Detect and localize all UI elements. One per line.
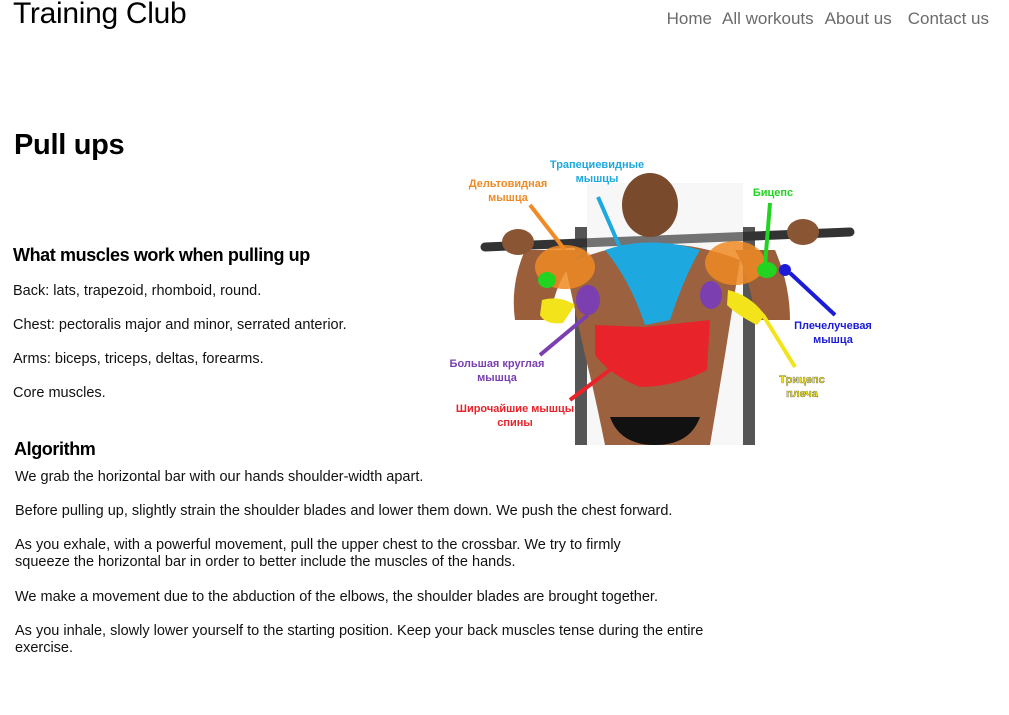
label-triceps: плеча xyxy=(786,388,819,400)
muscle-item: Back: lats, trapezoid, rhomboid, round. xyxy=(13,283,262,299)
algorithm-step: As you exhale, with a powerful movement,… xyxy=(15,537,621,570)
muscle-diagram: Трапециевидные мышцы Дельтовидная мышца … xyxy=(450,159,872,445)
muscle-item: Chest: pectoralis major and minor, serra… xyxy=(13,317,347,333)
algorithm-heading: Algorithm xyxy=(14,439,96,459)
pullup-muscles-figure: Трапециевидные мышцы Дельтовидная мышца … xyxy=(445,155,880,445)
label-brachioradialis: мышца xyxy=(813,334,854,346)
label-teres: Большая круглая xyxy=(450,358,545,370)
site-logo[interactable]: Training Club xyxy=(13,0,187,31)
deltoid-right-shape xyxy=(705,241,765,285)
nav-all-workouts[interactable]: All workouts xyxy=(722,9,814,29)
algorithm-step: We make a movement due to the abduction … xyxy=(15,589,658,605)
label-latissimus: спины xyxy=(497,417,533,429)
muscle-item: Arms: biceps, triceps, deltas, forearms. xyxy=(13,351,264,367)
label-biceps: Бицепс xyxy=(753,187,793,199)
muscle-item: Core muscles. xyxy=(13,385,106,401)
label-latissimus: Широчайшие мышцы xyxy=(456,403,574,415)
biceps-left-shape xyxy=(538,272,556,288)
label-triceps: Трицепс xyxy=(779,374,824,386)
label-brachioradialis: Плечелучевая xyxy=(794,320,872,332)
page-title: Pull ups xyxy=(14,129,125,161)
triceps-arrow xyxy=(761,313,797,369)
muscles-heading: What muscles work when pulling up xyxy=(13,245,310,265)
main-nav: Home All workouts About us Contact us xyxy=(667,9,989,29)
label-trapezius: мышцы xyxy=(576,173,619,185)
brachioradialis-arrow xyxy=(788,271,837,317)
label-teres: мышца xyxy=(477,372,518,384)
teres-right-shape xyxy=(700,281,722,309)
algorithm-step: We grab the horizontal bar with our hand… xyxy=(15,469,424,485)
algorithm-step: Before pulling up, slightly strain the s… xyxy=(15,503,673,519)
teres-left-shape xyxy=(576,285,600,315)
nav-home[interactable]: Home xyxy=(667,9,712,29)
triceps-left-shape xyxy=(540,298,575,324)
nav-contact-us[interactable]: Contact us xyxy=(908,9,989,29)
label-deltoid: мышца xyxy=(488,192,529,204)
label-trapezius: Трапециевидные xyxy=(550,159,644,171)
algorithm-step: As you inhale, slowly lower yourself to … xyxy=(15,623,704,656)
nav-about-us[interactable]: About us xyxy=(825,9,892,29)
label-deltoid: Дельтовидная xyxy=(469,178,548,190)
